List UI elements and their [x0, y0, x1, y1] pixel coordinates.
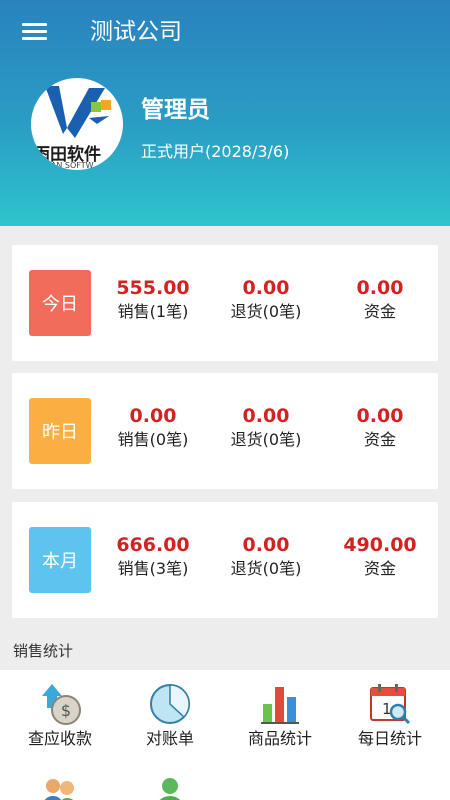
sales-label: 销售(3笔): [117, 559, 189, 578]
statement-button[interactable]: 对账单: [114, 670, 226, 750]
calendar-search-icon: 1: [370, 684, 411, 725]
period-badge-today: 今日: [29, 270, 91, 336]
funds-label: 资金: [363, 430, 396, 449]
returns-stat[interactable]: 0.00 退货(0笔): [211, 533, 321, 580]
sales-amount: 0.00: [129, 405, 177, 427]
svg-text:1: 1: [382, 700, 392, 718]
yesterday-summary-card[interactable]: 昨日 0.00 销售(0笔) 0.00 退货(0笔) 0.00 资金: [12, 373, 438, 489]
statement-pie-icon: [150, 684, 190, 724]
avatar[interactable]: 雨田软件 UHAN SOFTW: [31, 78, 123, 170]
sales-label: 销售(0笔): [117, 430, 189, 449]
sales-section-title: 销售统计: [13, 642, 74, 660]
logo-subtext: UHAN SOFTW: [39, 161, 94, 170]
period-badge-yesterday: 昨日: [29, 398, 91, 464]
funds-amount: 0.00: [356, 277, 404, 299]
funds-label: 资金: [363, 559, 396, 578]
sales-stat[interactable]: 666.00 销售(3笔): [98, 533, 208, 580]
sales-amount: 555.00: [116, 277, 190, 299]
returns-label: 退货(0笔): [230, 430, 302, 449]
employee-button[interactable]: [114, 766, 226, 800]
product-stats-button[interactable]: 商品统计: [224, 670, 336, 750]
funds-stat[interactable]: 0.00 资金: [325, 404, 435, 451]
tool-label: 对账单: [145, 729, 194, 748]
returns-stat[interactable]: 0.00 退货(0笔): [211, 404, 321, 451]
today-summary-card[interactable]: 今日 555.00 销售(1笔) 0.00 退货(0笔) 0.00 资金: [12, 245, 438, 361]
period-badge-month: 本月: [29, 527, 91, 593]
returns-amount: 0.00: [242, 534, 290, 556]
user-name: 管理员: [141, 97, 210, 123]
returns-amount: 0.00: [242, 405, 290, 427]
returns-label: 退货(0笔): [230, 302, 302, 321]
tool-label: 每日统计: [357, 729, 422, 748]
funds-stat[interactable]: 490.00 资金: [325, 533, 435, 580]
month-summary-card[interactable]: 本月 666.00 销售(3笔) 0.00 退货(0笔) 490.00 资金: [12, 502, 438, 618]
funds-amount: 0.00: [356, 405, 404, 427]
receivable-icon: $: [42, 684, 81, 725]
customers-button[interactable]: [4, 766, 116, 800]
sales-stat[interactable]: 0.00 销售(0笔): [98, 404, 208, 451]
funds-amount: 490.00: [343, 534, 417, 556]
daily-stats-button[interactable]: 1 每日统计: [334, 670, 446, 750]
sales-tools-grid: $ 查应收款 对账单 商品统计 1 每日统计: [0, 670, 450, 800]
bar-chart-icon: [261, 687, 299, 724]
returns-label: 退货(0笔): [230, 559, 302, 578]
funds-label: 资金: [363, 302, 396, 321]
sales-label: 销售(1笔): [117, 302, 189, 321]
receivable-button[interactable]: $ 查应收款: [4, 670, 116, 750]
svg-text:$: $: [61, 701, 71, 720]
funds-stat[interactable]: 0.00 资金: [325, 276, 435, 323]
tool-label: 查应收款: [27, 729, 92, 748]
tool-label: 商品统计: [247, 729, 312, 748]
employee-icon: [160, 778, 180, 800]
returns-stat[interactable]: 0.00 退货(0笔): [211, 276, 321, 323]
company-title: 测试公司: [90, 19, 182, 45]
returns-amount: 0.00: [242, 277, 290, 299]
profile-header: 测试公司 雨田软件 UHAN SOFTW 管理员 正式用户(2028/3/6): [0, 0, 450, 226]
sales-amount: 666.00: [116, 534, 190, 556]
customers-icon: [44, 779, 74, 800]
sales-stat[interactable]: 555.00 销售(1笔): [98, 276, 208, 323]
menu-icon[interactable]: [22, 22, 48, 42]
user-status: 正式用户(2028/3/6): [141, 142, 290, 161]
